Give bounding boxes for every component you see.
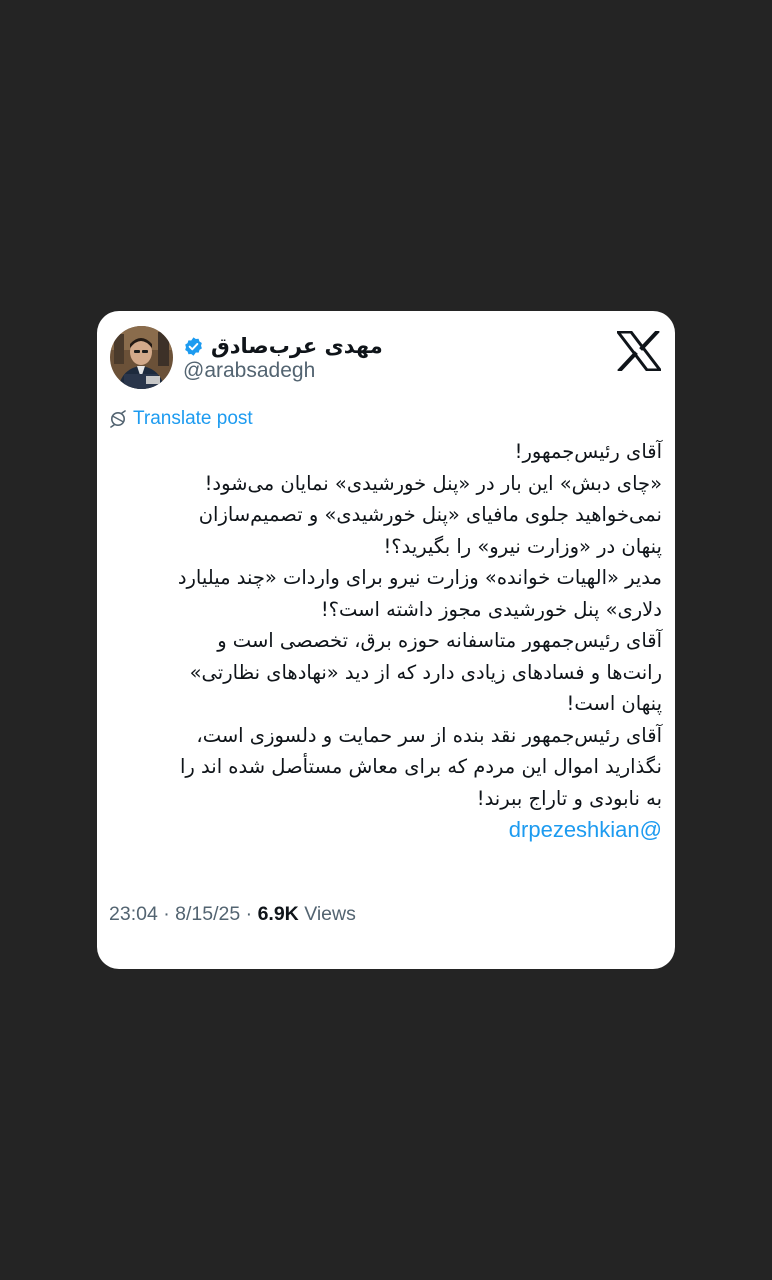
tweet-line: پنهان در «وزارت نیرو» را بگیرید؟!	[383, 534, 662, 558]
translate-post-label: Translate post	[133, 408, 253, 429]
x-logo[interactable]	[614, 329, 664, 373]
mention-link[interactable]: @drpezeshkian	[509, 817, 662, 842]
tweet-line: پنهان است!	[566, 692, 662, 715]
translate-post-link[interactable]: Translate post	[109, 408, 253, 430]
meta-separator: ·	[245, 903, 253, 925]
views-count: 6.9K	[257, 903, 299, 925]
tweet-date[interactable]: 8/15/25	[175, 903, 240, 925]
views-label: Views	[304, 903, 356, 925]
tweet-line: به نابودی و تاراج ببرند!	[476, 786, 662, 810]
tweet-line: «چای دبش» این بار در «پنل خورشیدی» نمایا…	[204, 471, 662, 495]
tweet-line: آقای رئیس‌جمهور!	[514, 440, 662, 463]
tweet-line: نگذارید اموال این مردم که برای معاش مستأ…	[180, 755, 662, 778]
tweet-time[interactable]: 23:04	[109, 903, 158, 925]
user-handle[interactable]: @arabsadegh	[183, 359, 315, 383]
tweet-line: آقای رئیس‌جمهور نقد بنده از سر حمایت و د…	[196, 723, 662, 747]
translate-icon	[109, 410, 127, 428]
tweet-card: مهدی عرب‌صادق @arabsadegh Translate post…	[97, 311, 675, 969]
display-name[interactable]: مهدی عرب‌صادق	[211, 334, 383, 358]
tweet-meta: 23:04 · 8/15/25 · 6.9K Views	[109, 903, 356, 926]
tweet-line: رانت‌ها و فسادهای زیادی دارد که از دید «…	[189, 660, 662, 684]
verified-badge-icon	[183, 336, 204, 357]
meta-separator: ·	[163, 903, 170, 925]
avatar-photo	[110, 326, 173, 389]
tweet-line: آقای رئیس‌جمهور متاسفانه حوزه برق، تخصصی…	[217, 629, 662, 652]
tweet-line: دلاری» پنل خورشیدی مجوز داشته است؟!	[320, 597, 662, 621]
tweet-line: مدیر «الهیات خوانده» وزارت نیرو برای وار…	[177, 566, 662, 589]
tweet-text: آقای رئیس‌جمهور! «چای دبش» این بار در «پ…	[109, 436, 662, 846]
tweet-line: نمی‌خواهید جلوی مافیای «پنل خورشیدی» و ت…	[198, 503, 662, 526]
avatar[interactable]	[110, 326, 173, 389]
